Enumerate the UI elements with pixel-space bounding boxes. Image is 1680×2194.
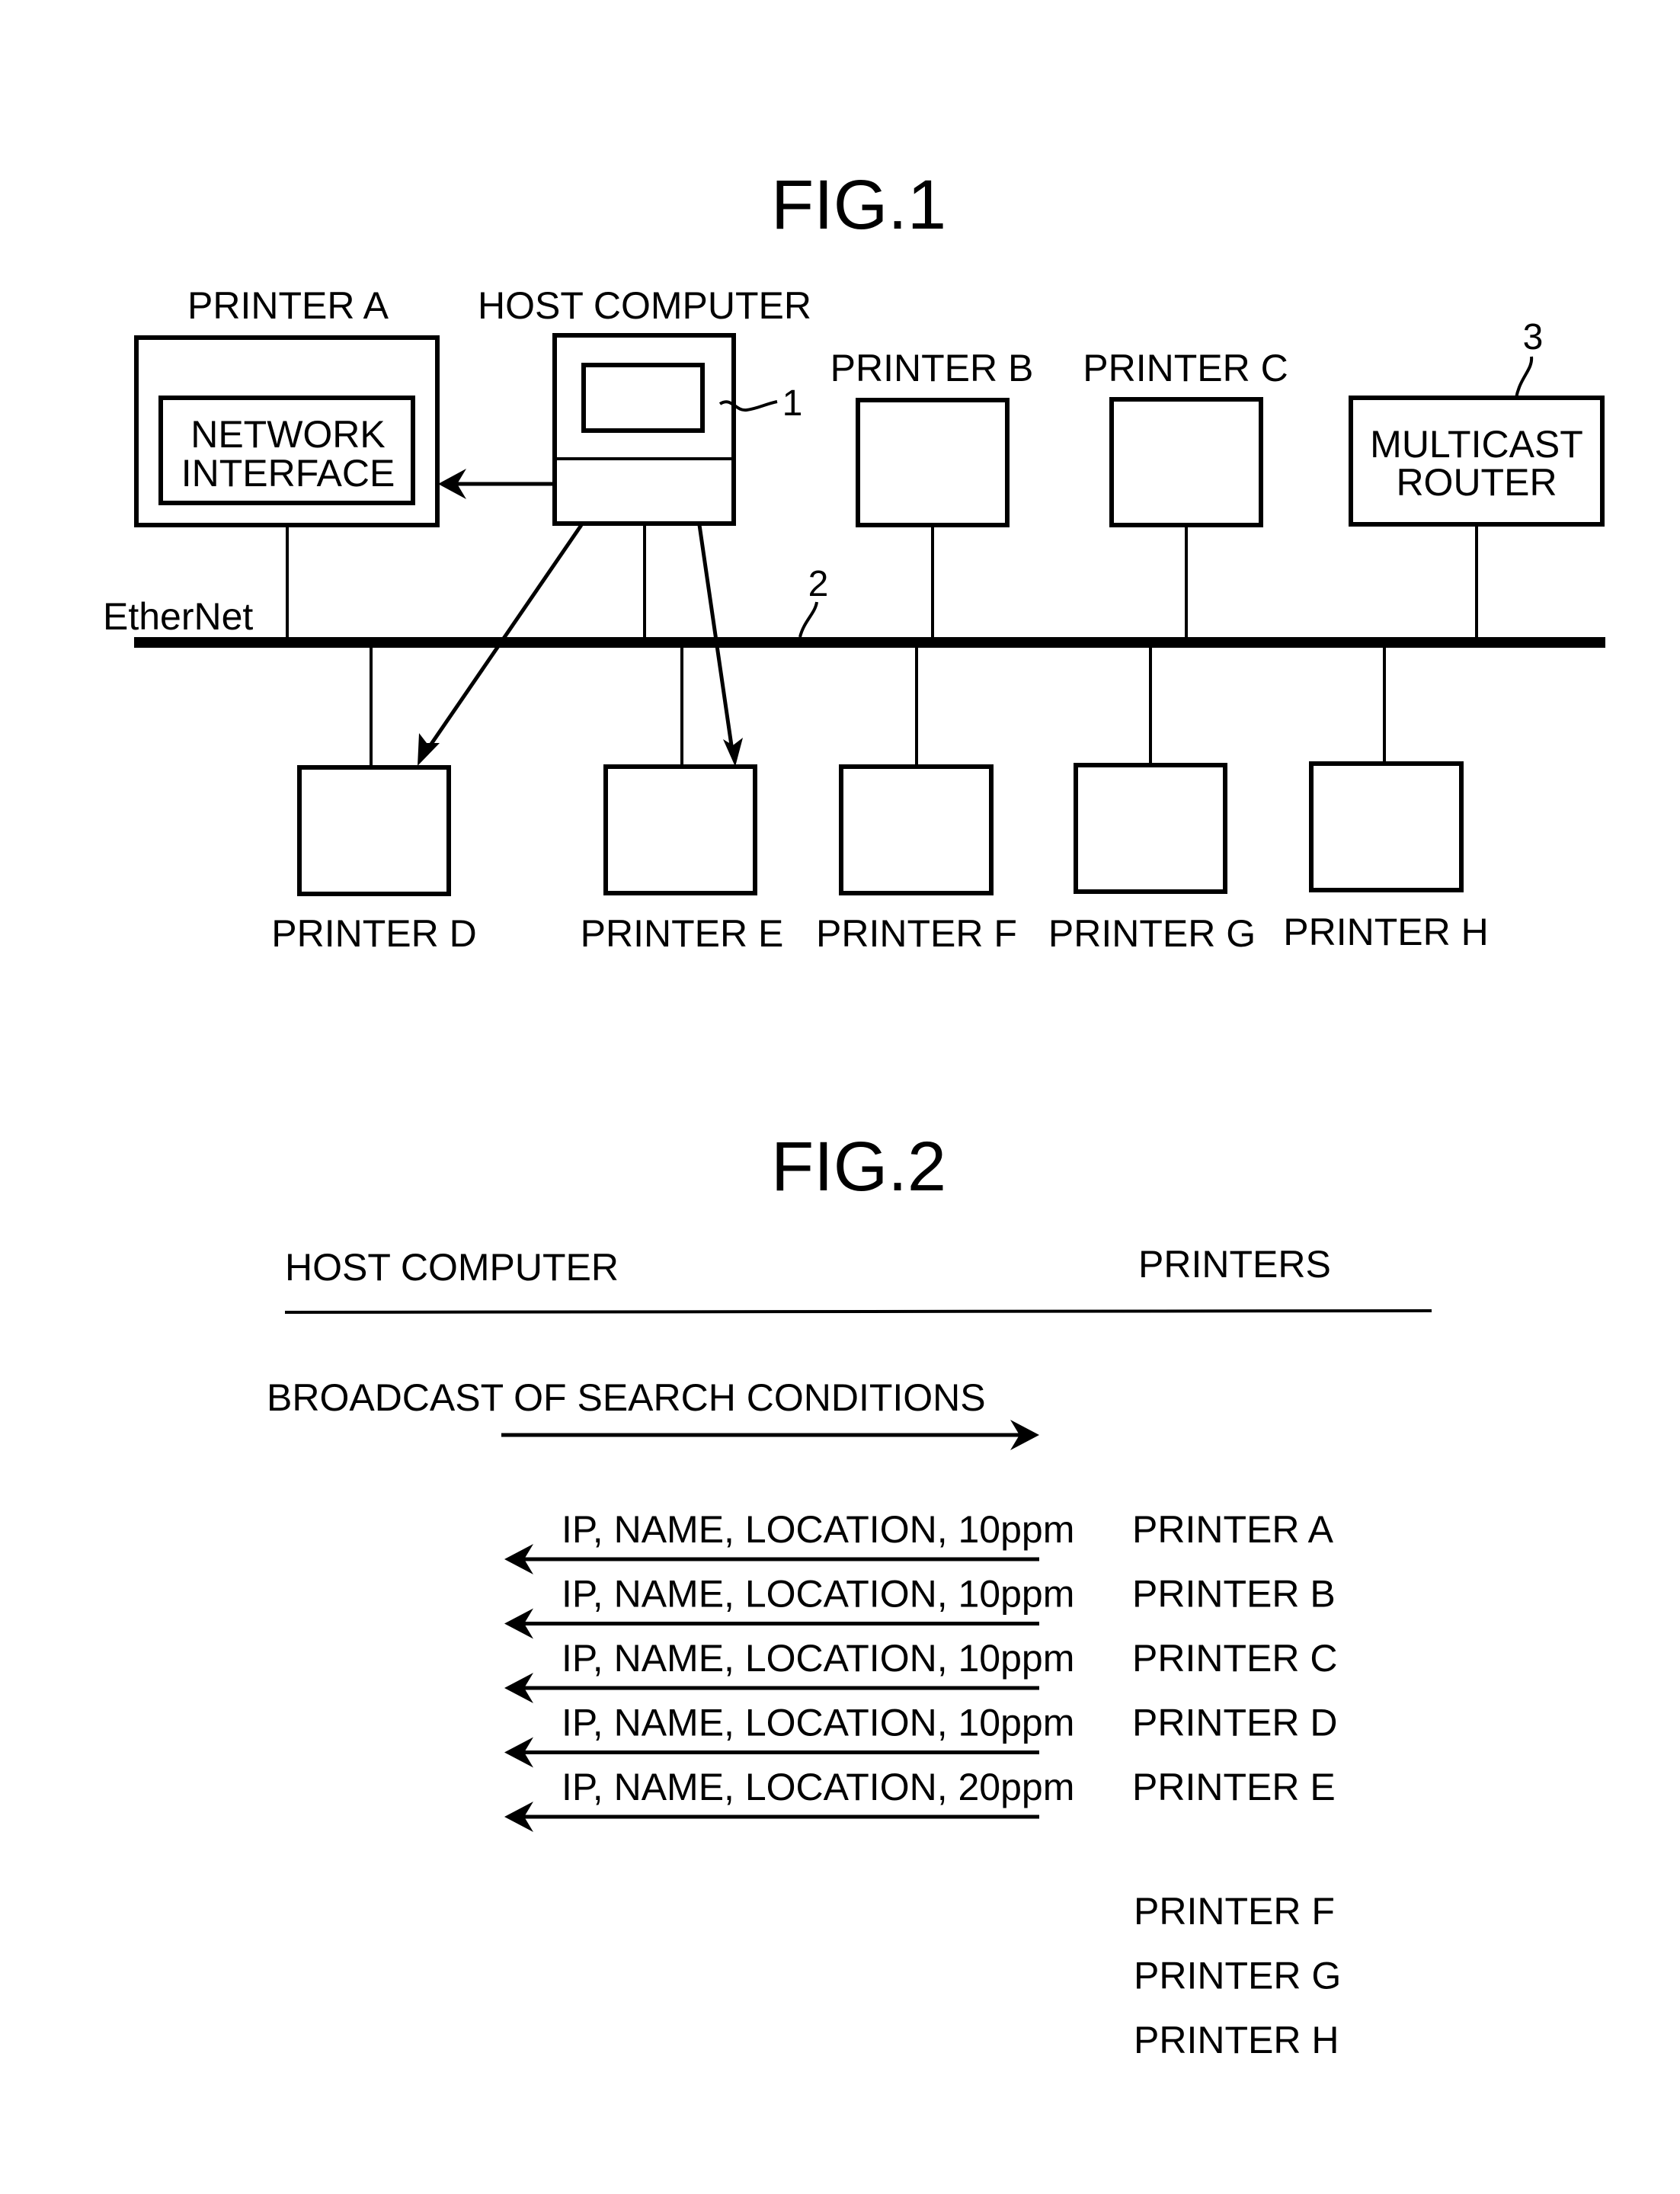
printer-a-label: PRINTER A bbox=[187, 284, 389, 327]
response-list: IP, NAME, LOCATION, 10ppm PRINTER AIP, NA… bbox=[504, 1508, 1337, 1832]
response-message: IP, NAME, LOCATION, 20ppm bbox=[562, 1766, 1074, 1808]
monitor-screen-icon bbox=[581, 363, 705, 433]
ethernet-label: EtherNet bbox=[103, 595, 253, 638]
non-responding-printer-label: PRINTER F bbox=[1134, 1890, 1335, 1933]
printer-g-box bbox=[1074, 763, 1227, 894]
response-printer-label: PRINTER C bbox=[1132, 1637, 1337, 1680]
response-printer-label: PRINTER D bbox=[1132, 1702, 1337, 1744]
non-responding-printers: PRINTER F PRINTER G PRINTER H bbox=[1134, 1890, 1341, 2061]
printer-f-label: PRINTER F bbox=[816, 912, 1017, 955]
printer-f-node: PRINTER F bbox=[816, 648, 1017, 955]
printer-e-box bbox=[603, 764, 757, 895]
printer-c-box bbox=[1109, 397, 1263, 527]
printer-h-label: PRINTER H bbox=[1283, 911, 1488, 953]
printer-a-node: PRINTER A NETWORK INTERFACE bbox=[134, 284, 440, 639]
fig2-title: FIG.2 bbox=[771, 1128, 946, 1206]
response-row: IP, NAME, LOCATION, 20ppm PRINTER E bbox=[504, 1766, 1336, 1832]
host-computer-node: HOST COMPUTER 1 bbox=[418, 284, 811, 767]
response-message: IP, NAME, LOCATION, 10ppm bbox=[562, 1637, 1074, 1680]
ref-number-2: 2 bbox=[808, 564, 829, 604]
printer-d-node: PRINTER D bbox=[271, 648, 477, 955]
response-row: IP, NAME, LOCATION, 10ppm PRINTER A bbox=[504, 1508, 1334, 1574]
header-divider bbox=[284, 1309, 1432, 1314]
printer-e-node: PRINTER E bbox=[581, 648, 784, 955]
non-responding-printer-label: PRINTER G bbox=[1134, 1955, 1341, 1997]
response-printer-label: PRINTER B bbox=[1132, 1573, 1336, 1616]
printer-b-label: PRINTER B bbox=[830, 347, 1034, 389]
printer-h-box bbox=[1309, 761, 1464, 892]
fig1: FIG.1 PRINTER A NETWORK INTERFACE HOST C… bbox=[103, 166, 1605, 955]
non-responding-printer-label: PRINTER H bbox=[1134, 2019, 1339, 2061]
ethernet-line bbox=[134, 637, 1605, 648]
network-interface-label-line1: NETWORK bbox=[190, 413, 386, 456]
printer-c-label: PRINTER C bbox=[1083, 347, 1288, 389]
response-row: IP, NAME, LOCATION, 10ppm PRINTER B bbox=[504, 1573, 1336, 1639]
multicast-router-label-line2: ROUTER bbox=[1396, 461, 1557, 504]
ref-number-3: 3 bbox=[1523, 317, 1544, 357]
printer-d-label: PRINTER D bbox=[271, 912, 476, 955]
patent-drawing: FIG.1 PRINTER A NETWORK INTERFACE HOST C… bbox=[103, 166, 1605, 2061]
response-message: IP, NAME, LOCATION, 10ppm bbox=[562, 1702, 1074, 1744]
printer-c-node: PRINTER C bbox=[1083, 347, 1288, 639]
response-printer-label: PRINTER E bbox=[1132, 1766, 1336, 1808]
arrowhead-icon bbox=[723, 738, 743, 767]
printer-g-label: PRINTER G bbox=[1048, 912, 1256, 955]
multicast-router-node: 3 MULTICAST ROUTER bbox=[1349, 317, 1605, 639]
printer-b-node: PRINTER B bbox=[830, 347, 1034, 639]
ethernet-bus: EtherNet 2 bbox=[103, 564, 1605, 648]
broadcast-label: BROADCAST OF SEARCH CONDITIONS bbox=[267, 1376, 986, 1419]
printer-e-label: PRINTER E bbox=[581, 912, 784, 955]
host-computer-column-header: HOST COMPUTER bbox=[285, 1246, 619, 1289]
printer-b-box bbox=[856, 398, 1010, 527]
fig2: FIG.2 HOST COMPUTER PRINTERS BROADCAST O… bbox=[267, 1128, 1432, 2061]
response-message: IP, NAME, LOCATION, 10ppm bbox=[562, 1573, 1074, 1616]
ref-leader-3 bbox=[1515, 356, 1534, 399]
printers-column-header: PRINTERS bbox=[1138, 1243, 1331, 1286]
ref-leader-2 bbox=[798, 601, 818, 638]
printer-d-box bbox=[297, 765, 451, 896]
response-row: IP, NAME, LOCATION, 10ppm PRINTER C bbox=[504, 1637, 1337, 1703]
response-row: IP, NAME, LOCATION, 10ppm PRINTER D bbox=[504, 1702, 1337, 1768]
response-message: IP, NAME, LOCATION, 10ppm bbox=[562, 1508, 1074, 1551]
printer-f-box bbox=[839, 764, 994, 895]
printer-h-node: PRINTER H bbox=[1283, 648, 1489, 953]
network-interface-label-line2: INTERFACE bbox=[181, 452, 395, 495]
ref-number-1: 1 bbox=[782, 383, 803, 424]
printer-g-node: PRINTER G bbox=[1048, 648, 1256, 955]
response-printer-label: PRINTER A bbox=[1132, 1508, 1334, 1551]
fig1-title: FIG.1 bbox=[771, 166, 946, 244]
host-computer-label: HOST COMPUTER bbox=[478, 284, 811, 327]
multicast-router-label-line1: MULTICAST bbox=[1370, 423, 1583, 466]
